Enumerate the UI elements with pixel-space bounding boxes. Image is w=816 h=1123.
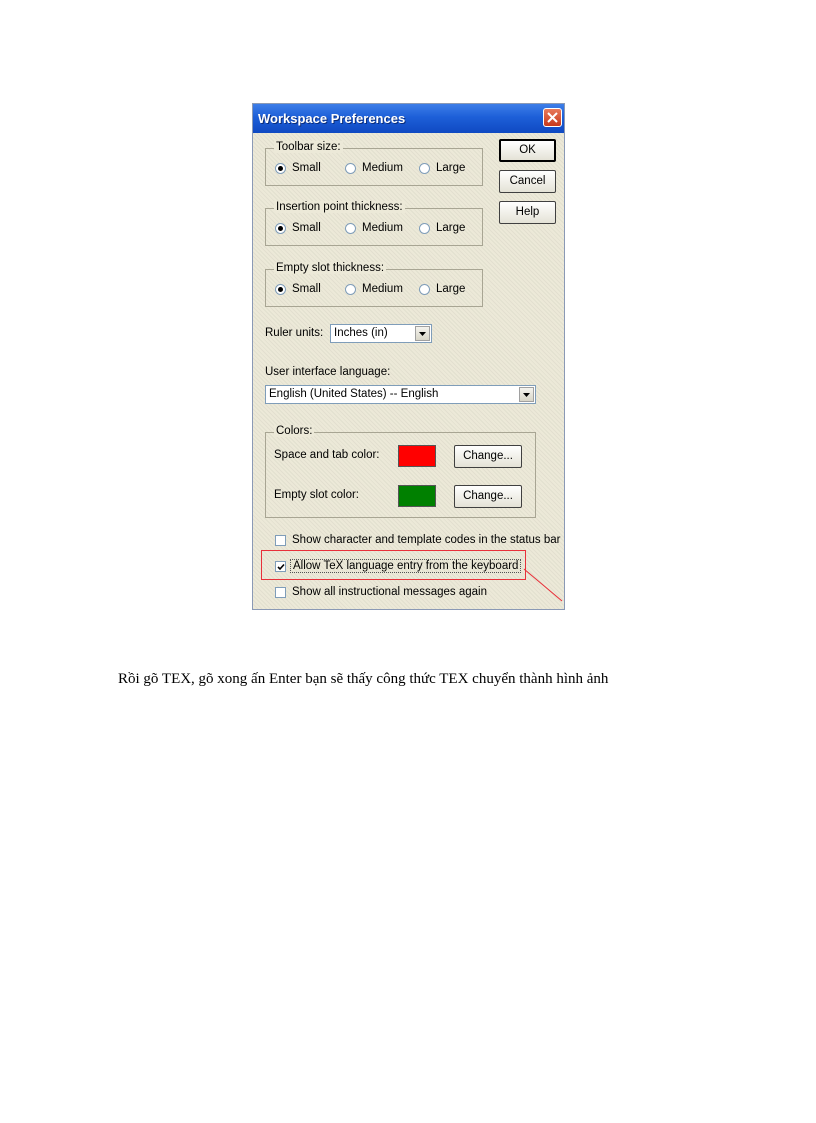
insertion-medium-radio[interactable] — [345, 223, 356, 234]
colors-label: Colors: — [274, 425, 315, 437]
close-icon — [547, 112, 558, 123]
empty-slot-group: Empty slot thickness: Small Medium Large — [265, 262, 483, 307]
insertion-large-label: Large — [436, 222, 466, 234]
toolbar-size-large-radio[interactable] — [419, 163, 430, 174]
close-button[interactable] — [543, 108, 562, 127]
show-codes-label: Show character and template codes in the… — [292, 534, 561, 546]
ruler-units-select[interactable]: Inches (in) — [330, 324, 432, 343]
help-button[interactable]: Help — [499, 201, 556, 224]
insertion-point-group: Insertion point thickness: Small Medium … — [265, 201, 483, 246]
insertion-medium-label: Medium — [362, 222, 403, 234]
space-tab-color-swatch — [398, 445, 436, 467]
toolbar-size-medium-radio[interactable] — [345, 163, 356, 174]
insertion-small-label: Small — [292, 222, 321, 234]
empty-slot-large-radio[interactable] — [419, 284, 430, 295]
empty-slot-large-label: Large — [436, 283, 466, 295]
cancel-button[interactable]: Cancel — [499, 170, 556, 193]
insertion-point-label: Insertion point thickness: — [274, 201, 405, 213]
empty-slot-medium-label: Medium — [362, 283, 403, 295]
colors-group: Colors: Space and tab color: Change... E… — [265, 425, 536, 518]
ok-button[interactable]: OK — [499, 139, 556, 162]
insertion-large-radio[interactable] — [419, 223, 430, 234]
insertion-small-radio[interactable] — [275, 223, 286, 234]
ruler-units-value: Inches (in) — [334, 327, 388, 339]
tex-option-highlight — [261, 550, 526, 580]
show-messages-checkbox[interactable] — [275, 587, 286, 598]
space-tab-change-button[interactable]: Change... — [454, 445, 522, 468]
dialog-title: Workspace Preferences — [258, 111, 406, 126]
caption-text: Rồi gõ TEX, gõ xong ấn Enter bạn sẽ thấy… — [118, 671, 609, 687]
ui-language-dropdown-button[interactable] — [519, 387, 534, 402]
empty-slot-small-radio[interactable] — [275, 284, 286, 295]
show-codes-checkbox[interactable] — [275, 535, 286, 546]
chevron-down-icon — [419, 332, 426, 336]
toolbar-size-small-radio[interactable] — [275, 163, 286, 174]
empty-slot-small-label: Small — [292, 283, 321, 295]
show-messages-label: Show all instructional messages again — [292, 586, 487, 598]
ui-language-select[interactable]: English (United States) -- English — [265, 385, 536, 404]
toolbar-size-large-label: Large — [436, 162, 466, 174]
chevron-down-icon — [523, 393, 530, 397]
space-tab-color-label: Space and tab color: — [274, 449, 380, 461]
empty-slot-change-button[interactable]: Change... — [454, 485, 522, 508]
ui-language-value: English (United States) -- English — [269, 388, 439, 400]
annotation-pointer-line — [523, 568, 563, 602]
ruler-units-label: Ruler units: — [265, 327, 324, 339]
ruler-units-dropdown-button[interactable] — [415, 326, 430, 341]
empty-slot-color-label: Empty slot color: — [274, 489, 359, 501]
title-bar: Workspace Preferences — [253, 104, 564, 133]
toolbar-size-small-label: Small — [292, 162, 321, 174]
empty-slot-label: Empty slot thickness: — [274, 262, 387, 274]
toolbar-size-group: Toolbar size: Small Medium Large — [265, 141, 483, 186]
toolbar-size-label: Toolbar size: — [274, 141, 343, 153]
empty-slot-medium-radio[interactable] — [345, 284, 356, 295]
workspace-preferences-dialog: Workspace Preferences Toolbar size: Smal… — [252, 103, 565, 610]
toolbar-size-medium-label: Medium — [362, 162, 403, 174]
ui-language-label: User interface language: — [265, 366, 391, 378]
empty-slot-color-swatch — [398, 485, 436, 507]
